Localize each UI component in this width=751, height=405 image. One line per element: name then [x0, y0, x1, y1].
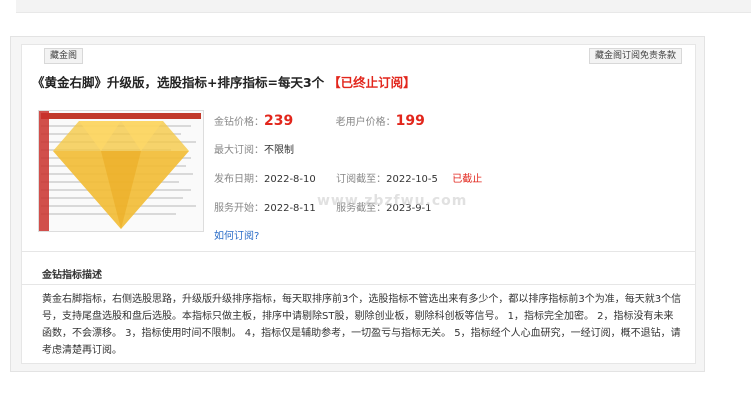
- description-text: 黄金右脚指标，右侧选股思路，升级版升级排序指标，每天取排序前3个，选股指标不管选…: [42, 294, 682, 356]
- subscribe-deadline-value: 2022-10-5: [386, 174, 438, 185]
- section-divider: [22, 251, 695, 252]
- tab-cangjinge[interactable]: 藏金阁: [44, 48, 84, 64]
- diamond-icon: [39, 111, 189, 231]
- product-title-text: 《黄金右脚》升级版，选股指标+排序指标=每天3个: [32, 75, 325, 90]
- gold-price-label: 金钻价格：: [214, 117, 264, 128]
- release-date-label: 发布日期：: [214, 174, 264, 185]
- dates-row-1: 发布日期：2022-8-10 订阅截至：2022-10-5 已截止: [214, 170, 482, 185]
- status-badge: 【已终止订阅】: [328, 75, 416, 90]
- section-title-divider: [22, 284, 695, 285]
- tab-disclaimer[interactable]: 藏金阁订阅免责条款: [588, 48, 682, 64]
- service-start-value: 2022-8-11: [264, 203, 316, 214]
- price-row: 金钻价格：239 老用户价格：199: [214, 113, 425, 129]
- old-user-price-label: 老用户价格：: [335, 117, 396, 128]
- product-title: 《黄金右脚》升级版，选股指标+排序指标=每天3个 【已终止订阅】: [32, 72, 687, 91]
- section-title: 金钻指标描述: [42, 270, 102, 281]
- gold-price-value: 239: [264, 113, 294, 129]
- deadline-status: 已截止: [452, 174, 483, 185]
- product-thumbnail: [38, 110, 204, 232]
- old-user-price-value: 199: [395, 113, 425, 129]
- max-subscription-row: 最大订阅：不限制: [214, 141, 294, 156]
- top-bar: [16, 0, 751, 13]
- service-start-label: 服务开始：: [214, 203, 264, 214]
- max-subscription-label: 最大订阅：: [214, 145, 264, 156]
- release-date-value: 2022-8-10: [264, 174, 316, 185]
- subscribe-deadline-label: 订阅截至：: [336, 174, 387, 185]
- watermark: www.zbzfwu.com: [317, 193, 468, 209]
- how-to-subscribe-link[interactable]: 如何订阅?: [214, 227, 259, 242]
- max-subscription-value: 不限制: [264, 145, 294, 156]
